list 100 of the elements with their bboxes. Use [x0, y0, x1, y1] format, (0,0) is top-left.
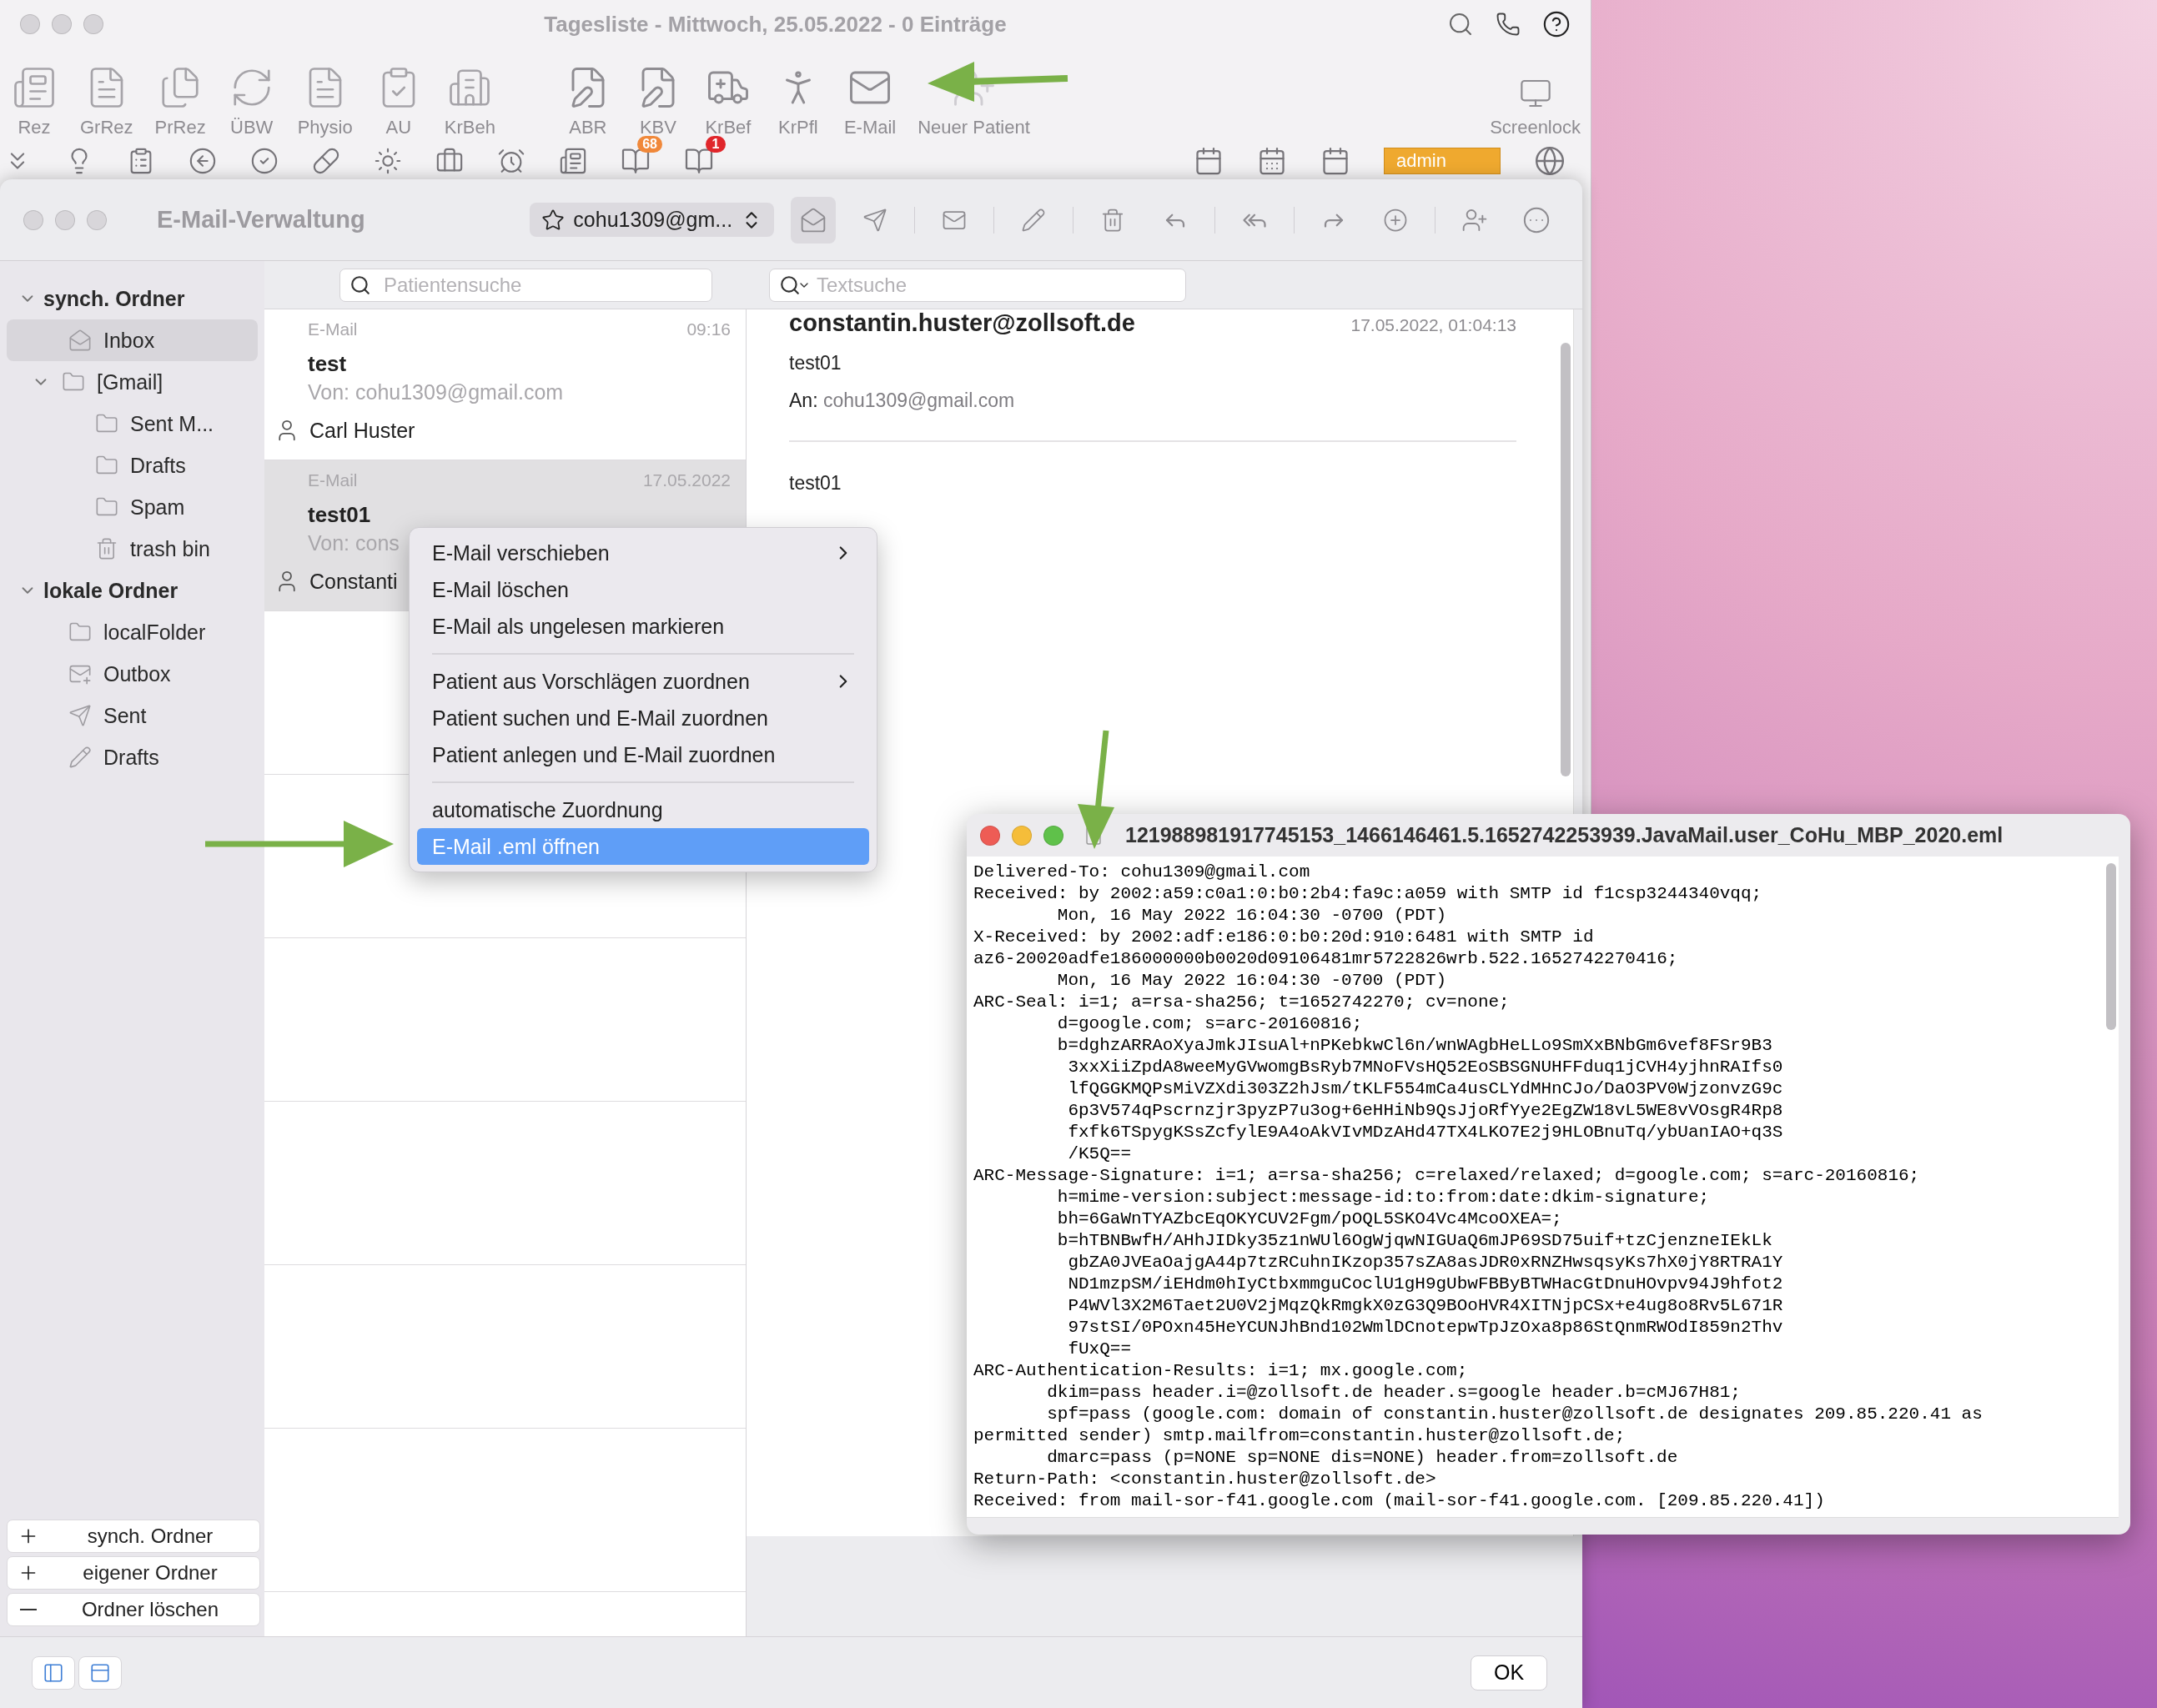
- folder-item[interactable]: Spam: [7, 486, 258, 528]
- scrollbar[interactable]: [2106, 863, 2116, 1030]
- window-title: Tagesliste - Mittwoch, 25.05.2022 - 0 Einträge: [543, 11, 1008, 38]
- menu-item[interactable]: E-Mail als ungelesen markieren: [417, 608, 869, 645]
- toolbar-icon[interactable]: [559, 147, 587, 175]
- folder-item[interactable]: Sent M...: [7, 403, 258, 445]
- text-line: fxfk6TSpygKSsZcfylE9A4oAkVIvMDzAHd47TX4LKO7E2j9HLOBnuTq/ybUanIAO+q3S: [1067, 1122, 1784, 1143]
- mail-subject: test01: [789, 352, 842, 374]
- text-line: 3xxXiiZpdA8weeMyGVwomgBsRyb7MNoFVsHQ52EoSBSGNUHFFduq1jCVH4yjhnRAIfs0: [1067, 1057, 1784, 1078]
- toolbar-icon[interactable]: [250, 147, 279, 175]
- text-line: b=dghzARRAoXyaJmkJIsuAl+nPKebkwCl6n/wnWAgbHeLLo9SmXxBNbGm6vef8FSr9B3: [1056, 1035, 1773, 1057]
- text-line: P4WVl3X2M6Taet2U0V2jMqzQkRmgkX0zG3Q9BOoHVR4XITNjpCSx+e4ug8o8Rv5L671R: [1067, 1295, 1784, 1317]
- form-icon: [12, 65, 57, 110]
- mail-type: E-Mail: [308, 319, 358, 339]
- count-badge: 1: [706, 136, 726, 153]
- folder-action-button[interactable]: Ordner löschen: [7, 1593, 260, 1626]
- folder-item[interactable]: Outbox: [7, 653, 258, 695]
- calendar-icon[interactable]: [1320, 146, 1350, 176]
- menu-item[interactable]: E-Mail löschen: [417, 571, 869, 608]
- text-line: Mon, 16 May 2022 16:04:30 -0700 (PDT): [1056, 970, 1448, 992]
- account-selector[interactable]: cohu1309@gm...: [530, 203, 775, 237]
- text-line: /K5Q==: [1067, 1143, 1133, 1165]
- mail-sender: Von: cohu1309@gmail.com: [307, 380, 564, 404]
- folder-action-button[interactable]: synch. Ordner: [7, 1520, 260, 1553]
- mail-body: test01: [789, 472, 842, 495]
- text-line: ARC-Seal: i=1; a=rsa-sha256; t=1652742270; cv=none;: [973, 992, 1511, 1013]
- top-panel-icon: [89, 1661, 111, 1684]
- menu-item[interactable]: Patient aus Vorschlägen zuordnen: [417, 663, 869, 700]
- folder-item[interactable]: trash bin: [7, 528, 258, 570]
- paper-plane-icon: [68, 704, 92, 727]
- search-field[interactable]: Textsuche: [769, 268, 1186, 302]
- star-icon: [541, 208, 566, 232]
- patient-name: Constanti: [309, 569, 398, 594]
- section-title: lokale Ordner: [43, 578, 178, 603]
- text-line: gbZA0JVEaOajgA44p7tzRCuhnIKzop357sZA8asJDR0xRNZHwsqsyKs7hX0jY8RTRA1Y: [1067, 1252, 1784, 1273]
- pencil-icon: [68, 746, 92, 769]
- search-icon[interactable]: [1447, 11, 1474, 38]
- folder-item[interactable]: Drafts: [7, 736, 258, 778]
- search-icon: [349, 274, 371, 296]
- text-line: 97stSI/0POxn45HeYCUNJhBnd102WmlDCnotepwTpJzOxa8p86StQnmRWOdI859n2Thv: [1067, 1317, 1784, 1339]
- text-line: h=mime-version:subject:message-id:to:from:date:dkim-signature;: [1056, 1187, 1711, 1208]
- trash-icon: [95, 537, 118, 560]
- folder-item[interactable]: localFolder: [7, 611, 258, 653]
- plus-icon: [1382, 207, 1408, 233]
- text-line: ARC-Authentication-Results: i=1; mx.google.com;: [973, 1360, 1469, 1382]
- button-label: eigener Ordner: [82, 1561, 219, 1585]
- ok-button[interactable]: OK: [1471, 1655, 1547, 1690]
- minimize-button[interactable]: [1012, 825, 1032, 846]
- text-line: bh=6GaWnTYAZbcEqOKYCUV2Fgm/pOQL5SKO4Vc4McoOXEA=;: [1056, 1208, 1563, 1230]
- folder-item[interactable]: Inbox: [7, 319, 258, 361]
- button-label: Ordner löschen: [80, 1598, 220, 1621]
- top-layout-button[interactable]: [78, 1655, 122, 1690]
- menu-item[interactable]: E-Mail verschieben: [417, 535, 869, 571]
- text-line: ND1mzpSM/iEHdm0hIyCtbxmmguCoclU1gH9gUbwFBByBTWHacGtDnuHOvpv94J9hfot2: [1067, 1273, 1784, 1295]
- menu-item[interactable]: Patient anlegen und E-Mail zuordnen: [417, 736, 869, 773]
- toolbar-icon[interactable]: [497, 147, 525, 175]
- mail-date: 17.05.2022, 01:04:13: [1350, 315, 1516, 335]
- sidebar-panel-icon: [43, 1661, 64, 1684]
- search-icon: [779, 274, 801, 296]
- search-field[interactable]: Patientensuche: [339, 268, 712, 302]
- toolbar-icon[interactable]: [189, 147, 217, 175]
- minus-icon: [20, 1609, 37, 1610]
- text-line: Return-Path: <constantin.huster@zollsoft.de>: [973, 1469, 1437, 1490]
- count-badge: 68: [637, 136, 662, 153]
- sender-address: constantin.huster@zollsoft.de: [789, 309, 1135, 337]
- window-title: 121988981917745153_1466146461.5.1652742253939.JavaMail.user_CoHu_MBP_2020.eml: [1125, 823, 2004, 847]
- recipient-label: An:: [789, 389, 818, 411]
- phone-icon[interactable]: [1496, 12, 1521, 37]
- menu-item[interactable]: Patient suchen und E-Mail zuordnen: [417, 700, 869, 736]
- zoom-button[interactable]: [1043, 825, 1063, 846]
- more-icon: [1521, 205, 1551, 234]
- globe-icon[interactable]: [1534, 145, 1566, 177]
- folder-action-button[interactable]: eigener Ordner: [7, 1556, 260, 1590]
- help-icon[interactable]: [1542, 10, 1571, 38]
- menu-item[interactable]: automatische Zuordnung: [417, 791, 869, 828]
- calendar-icon[interactable]: [1257, 146, 1287, 176]
- folder-item[interactable]: [Gmail]: [7, 361, 258, 403]
- text-line: Received: from mail-sor-f41.google.com (mail-sor-f41.google.com. [209.85.220.41]): [973, 1490, 1826, 1512]
- sidebar-layout-button[interactable]: [32, 1655, 75, 1690]
- inbox-button[interactable]: [791, 196, 837, 244]
- toolbar-icon[interactable]: [374, 147, 402, 175]
- text-line: X-Received: by 2002:adf:e186:0:b0:20d:910:6481 with SMTP id: [973, 927, 1595, 948]
- text-line: az6-20020adfe186000000b0020d09106481mr5722826wrb.522.1652742270416;: [973, 948, 1679, 970]
- close-button[interactable]: [980, 825, 1000, 846]
- text-line: Mon, 16 May 2022 16:04:30 -0700 (PDT): [1056, 905, 1448, 927]
- open-envelope-icon: [800, 206, 827, 234]
- toolbar-icon[interactable]: [312, 147, 340, 175]
- patient-name: Carl Huster: [309, 418, 415, 443]
- window-title: E-Mail-Verwaltung: [157, 206, 366, 234]
- text-line: 6p3V574qPscrnzjr3pyzP7u3og+6eHHiNb9QsJjoRfYye2EgZW18vL5WE8vVOsgR4Rp8: [1067, 1100, 1784, 1122]
- scrollbar[interactable]: [1561, 343, 1571, 776]
- text-line: dmarc=pass (p=NONE sp=NONE dis=NONE) header.from=zollsoft.de: [1046, 1447, 1679, 1469]
- calendar-icon[interactable]: [1194, 146, 1224, 176]
- button-label: synch. Ordner: [86, 1525, 214, 1548]
- paper-plane-icon: [862, 207, 888, 233]
- text-line: Received: by 2002:a59:c0a1:0:b0:2b4:fa9c:a059 with SMTP id f1csp3244340vqq;: [973, 883, 1763, 905]
- folder-item[interactable]: Drafts: [7, 445, 258, 486]
- folder-item[interactable]: Sent: [7, 695, 258, 736]
- inbox-icon: [68, 329, 92, 352]
- text-line: fUxQ==: [1067, 1339, 1133, 1360]
